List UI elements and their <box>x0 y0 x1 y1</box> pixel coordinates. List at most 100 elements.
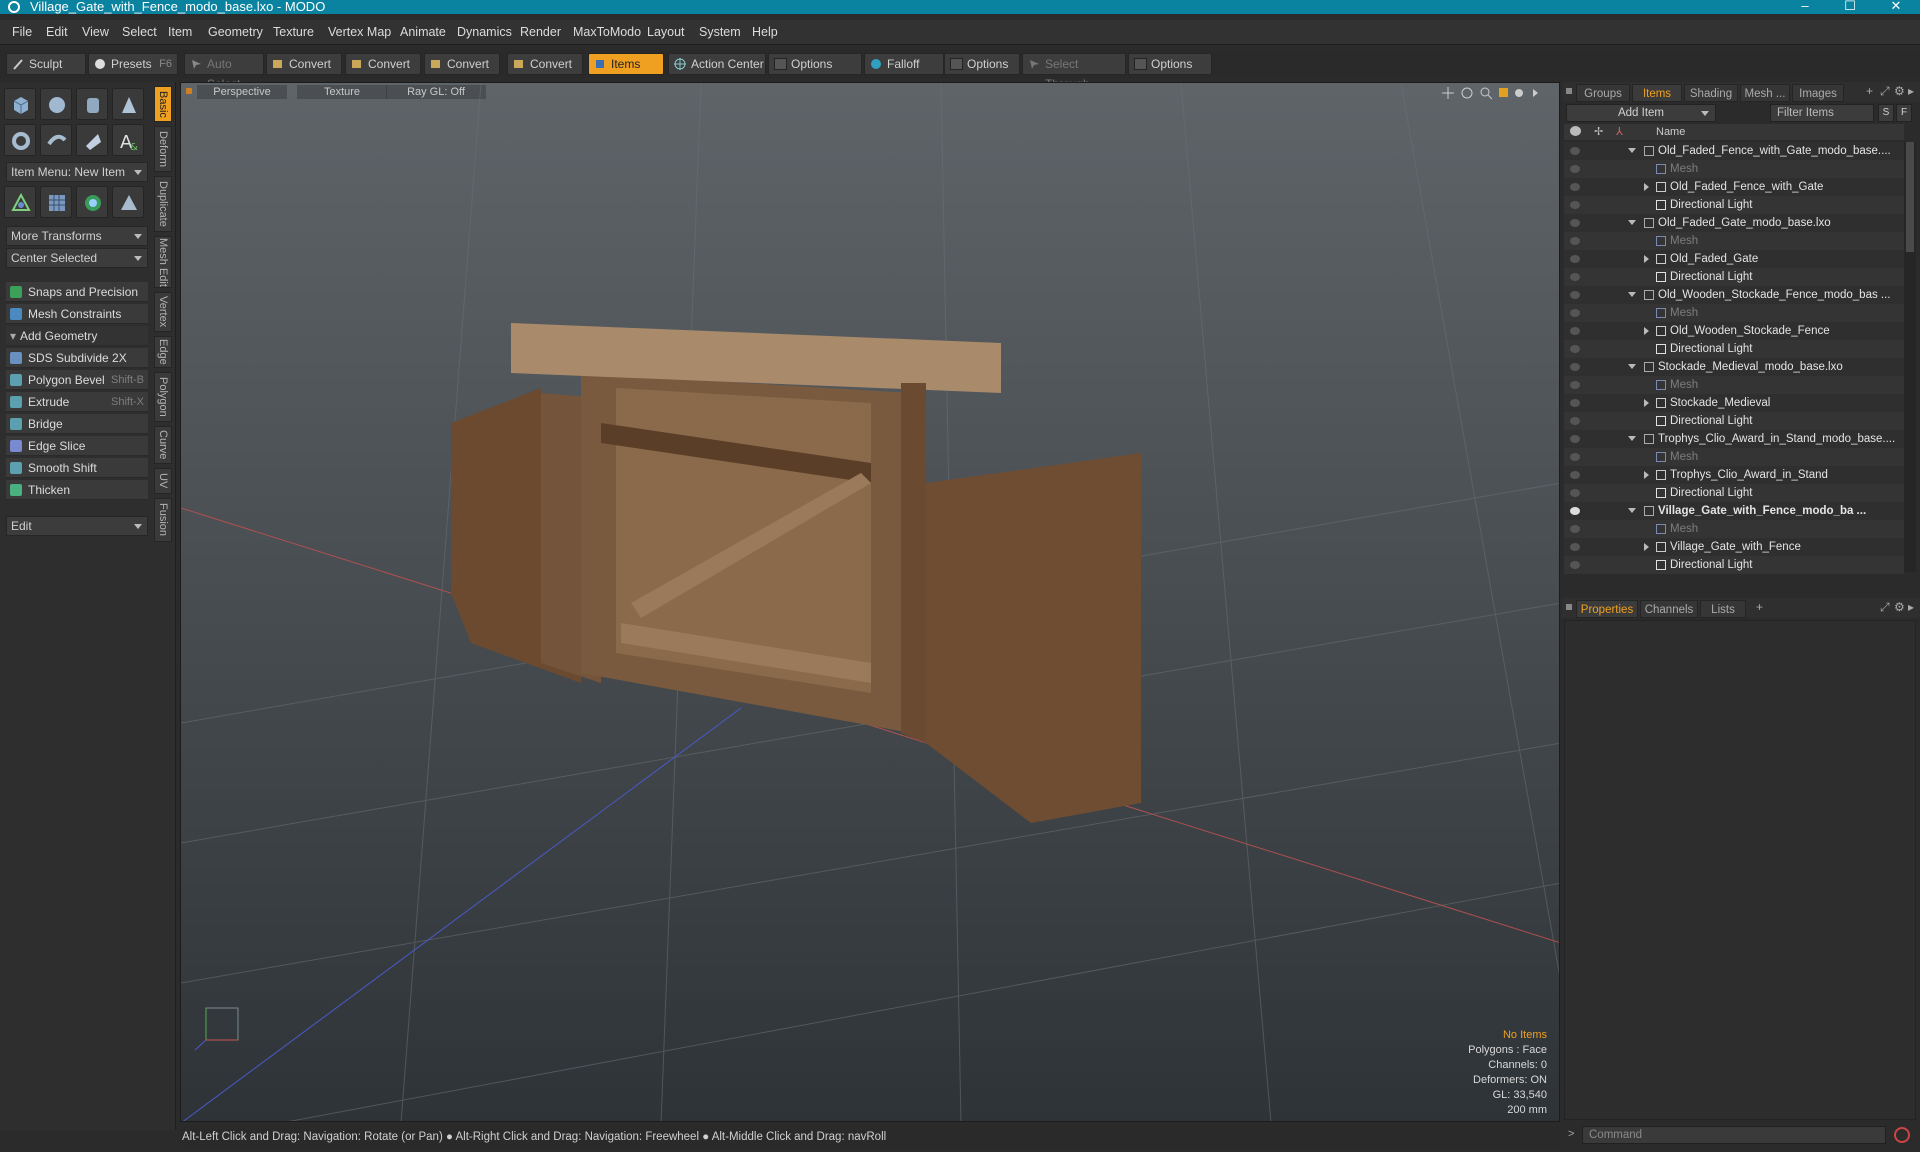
expanded-triangle-icon[interactable] <box>1628 436 1636 441</box>
text-primitive-button[interactable]: A & <box>112 124 144 156</box>
collapsed-triangle-icon[interactable] <box>1644 255 1649 263</box>
expanded-triangle-icon[interactable] <box>1628 148 1636 153</box>
menu-help[interactable]: Help <box>752 25 778 39</box>
panel-menu-icon[interactable] <box>1566 604 1572 610</box>
tab-mesh[interactable]: Mesh ... <box>1740 84 1790 102</box>
tab-images[interactable]: Images <box>1792 84 1844 102</box>
item-list-row[interactable]: Mesh <box>1564 160 1904 178</box>
item-list-row[interactable]: Trophys_Clio_Award_in_Stand <box>1564 466 1904 484</box>
tool-extrude[interactable]: Extrude Shift-X <box>6 392 148 412</box>
expanded-triangle-icon[interactable] <box>1628 364 1636 369</box>
visibility-column-icon[interactable] <box>1570 126 1581 136</box>
item-list-row[interactable]: Village_Gate_with_Fence <box>1564 538 1904 556</box>
item-list-row[interactable]: Old_Faded_Fence_with_Gate <box>1564 178 1904 196</box>
visibility-eye-icon[interactable] <box>1570 507 1580 515</box>
snaps-precision-button[interactable]: Snaps and Precision <box>6 282 148 302</box>
tool-edge-slice[interactable]: Edge Slice <box>6 436 148 456</box>
expanded-triangle-icon[interactable] <box>1628 508 1636 513</box>
visibility-eye-icon[interactable] <box>1570 381 1580 389</box>
visibility-eye-icon[interactable] <box>1570 165 1580 173</box>
visibility-eye-icon[interactable] <box>1570 489 1580 497</box>
tab-lists[interactable]: Lists <box>1700 600 1746 618</box>
convert-vertex-button[interactable]: Convert <box>266 53 342 75</box>
filter-items-input[interactable]: Filter Items <box>1770 104 1874 122</box>
menu-edit[interactable]: Edit <box>46 25 68 39</box>
add-tab-icon[interactable]: + <box>1866 84 1873 98</box>
visibility-eye-icon[interactable] <box>1570 309 1580 317</box>
menu-dynamics[interactable]: Dynamics <box>457 25 512 39</box>
minimize-button[interactable]: – <box>1785 0 1825 14</box>
convert-polygon-button[interactable]: Convert <box>424 53 500 75</box>
collapsed-triangle-icon[interactable] <box>1644 327 1649 335</box>
item-list-row[interactable]: Mesh <box>1564 520 1904 538</box>
item-menu-dropdown[interactable]: Item Menu: New Item <box>6 162 148 182</box>
cube-primitive-button[interactable] <box>4 88 36 120</box>
visibility-eye-icon[interactable] <box>1570 201 1580 209</box>
tube-primitive-button[interactable] <box>40 124 72 156</box>
filter-s-button[interactable]: S <box>1878 104 1894 122</box>
torus-primitive-button[interactable] <box>4 124 36 156</box>
item-list-row[interactable]: Mesh <box>1564 376 1904 394</box>
collapsed-triangle-icon[interactable] <box>1644 543 1649 551</box>
arrow-right-icon[interactable]: ▸ <box>1908 600 1914 614</box>
lock-column-icon[interactable]: ✢ <box>1594 124 1603 140</box>
vtab-deform[interactable]: Deform <box>154 126 172 172</box>
menu-vertex-map[interactable]: Vertex Map <box>328 25 391 39</box>
close-button[interactable]: ✕ <box>1876 0 1916 14</box>
visibility-eye-icon[interactable] <box>1570 291 1580 299</box>
menu-item[interactable]: Item <box>168 25 192 39</box>
panel-menu-icon[interactable] <box>1566 88 1572 94</box>
vtab-fusion[interactable]: Fusion <box>154 498 172 542</box>
presets-button[interactable]: Presets F6 <box>88 53 178 75</box>
collapsed-triangle-icon[interactable] <box>1644 471 1649 479</box>
item-list-row[interactable]: Mesh <box>1564 232 1904 250</box>
item-list-row[interactable]: Trophys_Clio_Award_in_Stand_modo_base...… <box>1564 430 1904 448</box>
tab-items[interactable]: Items <box>1632 84 1682 102</box>
visibility-eye-icon[interactable] <box>1570 147 1580 155</box>
tab-groups[interactable]: Groups <box>1576 84 1630 102</box>
tool-polygon-bevel[interactable]: Polygon Bevel Shift-B <box>6 370 148 390</box>
convert-edge-button[interactable]: Convert <box>345 53 421 75</box>
capsule-primitive-button[interactable] <box>76 124 108 156</box>
command-input[interactable]: Command <box>1582 1126 1886 1144</box>
sculpt-button[interactable]: Sculpt <box>6 53 86 75</box>
menu-animate[interactable]: Animate <box>400 25 446 39</box>
item-list-row[interactable]: Old_Wooden_Stockade_Fence <box>1564 322 1904 340</box>
menu-view[interactable]: View <box>82 25 109 39</box>
expand-icon[interactable]: ⤢ <box>1880 84 1890 99</box>
item-list-row[interactable]: Directional Light <box>1564 196 1904 214</box>
vtab-curve[interactable]: Curve <box>154 426 172 464</box>
visibility-eye-icon[interactable] <box>1570 273 1580 281</box>
visibility-eye-icon[interactable] <box>1570 417 1580 425</box>
visibility-eye-icon[interactable] <box>1570 327 1580 335</box>
visibility-eye-icon[interactable] <box>1570 525 1580 533</box>
falloff-button[interactable]: Falloff <box>864 53 944 75</box>
menu-system[interactable]: System <box>699 25 741 39</box>
cylinder-primitive-button[interactable] <box>76 88 108 120</box>
tool-bridge[interactable]: Bridge <box>6 414 148 434</box>
add-geometry-header[interactable]: ▾ Add Geometry <box>6 326 148 346</box>
vtab-vertex[interactable]: Vertex <box>154 292 172 332</box>
add-item-dropdown[interactable]: Add Item <box>1566 104 1716 122</box>
mesh-constraints-button[interactable]: Mesh Constraints <box>6 304 148 324</box>
select-through-button[interactable]: Select Through <box>1022 53 1126 91</box>
tool-thicken[interactable]: Thicken <box>6 480 148 500</box>
item-list-row[interactable]: Stockade_Medieval_modo_base.lxo <box>1564 358 1904 376</box>
item-list-row[interactable]: Old_Faded_Gate_modo_base.lxo <box>1564 214 1904 232</box>
collapsed-triangle-icon[interactable] <box>1644 183 1649 191</box>
visibility-eye-icon[interactable] <box>1570 543 1580 551</box>
options-button-2[interactable]: Options <box>944 53 1020 75</box>
gear-icon[interactable]: ⚙ <box>1894 600 1905 614</box>
transform-tool-button[interactable] <box>4 186 36 218</box>
tab-shading[interactable]: Shading <box>1684 84 1738 102</box>
visibility-eye-icon[interactable] <box>1570 435 1580 443</box>
more-transforms-dropdown[interactable]: More Transforms <box>6 226 148 246</box>
center-selected-dropdown[interactable]: Center Selected <box>6 248 148 268</box>
visibility-eye-icon[interactable] <box>1570 363 1580 371</box>
item-list-row[interactable]: Stockade_Medieval <box>1564 394 1904 412</box>
item-list-row[interactable]: Mesh <box>1564 448 1904 466</box>
tool-sds-subdivide[interactable]: SDS Subdivide 2X <box>6 348 148 368</box>
items-mode-button[interactable]: Items <box>588 53 664 75</box>
visibility-eye-icon[interactable] <box>1570 237 1580 245</box>
visibility-eye-icon[interactable] <box>1570 255 1580 263</box>
